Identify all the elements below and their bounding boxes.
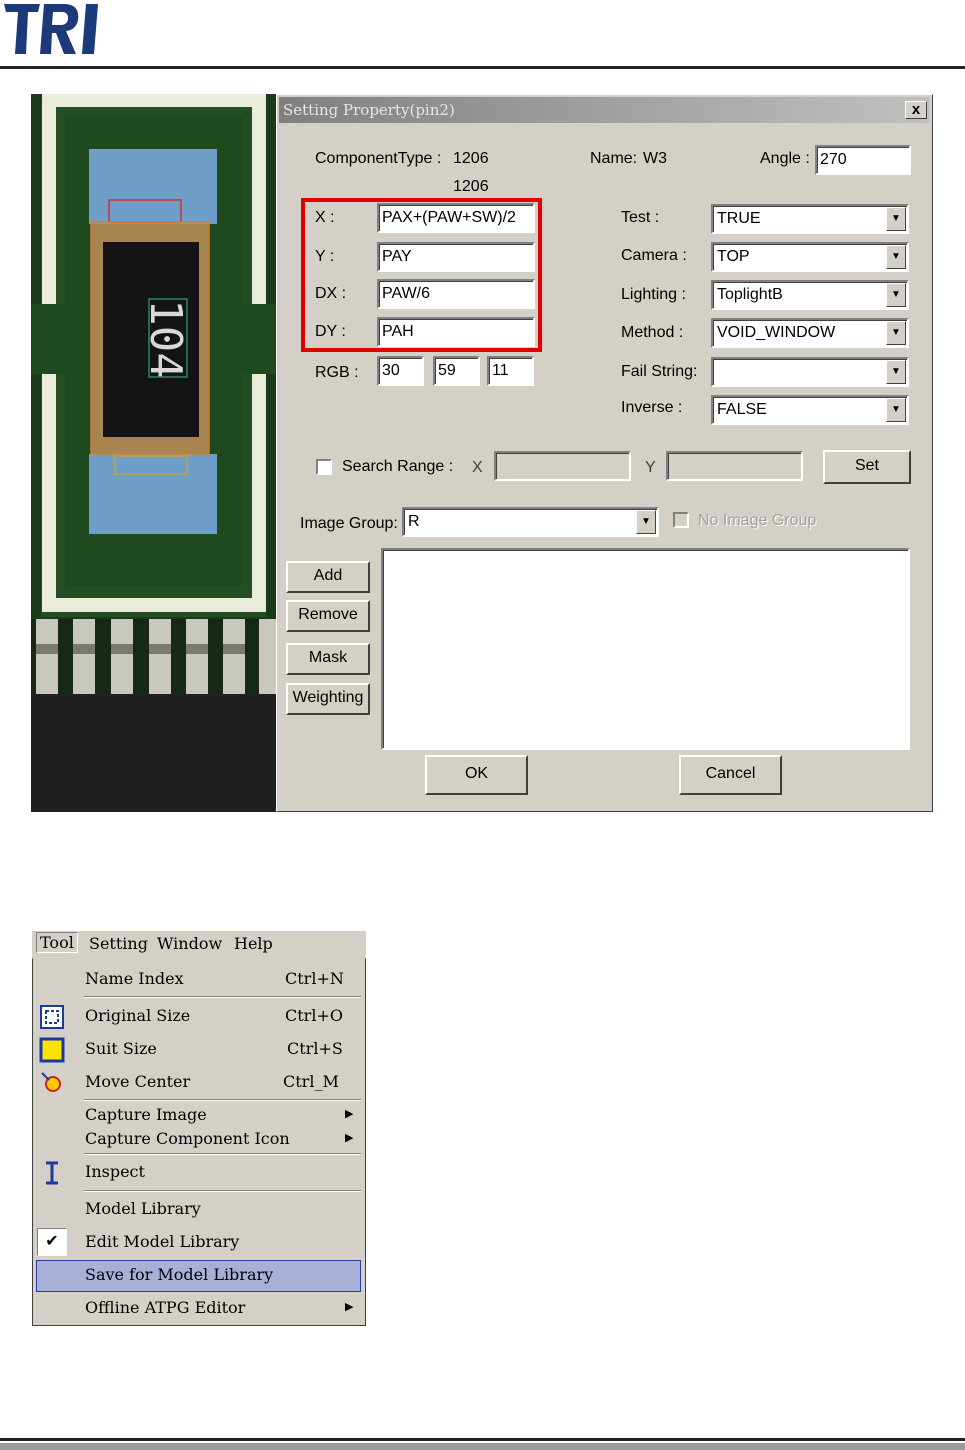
menu-item-offline-atpg-editor[interactable]: Offline ATPG Editor — [85, 1298, 245, 1317]
menu-item-inspect[interactable]: Inspect — [85, 1162, 145, 1181]
menu-bar: Tool Setting Window Help — [32, 931, 366, 958]
dialog-titlebar: Setting Property(pin2) x — [279, 97, 930, 123]
dropdown-arrow-icon[interactable]: ▼ — [886, 321, 906, 345]
test-label: Test : — [621, 209, 660, 226]
component-type-label: ComponentType : — [315, 150, 442, 167]
submenu-arrow-icon: ▶ — [345, 1132, 354, 1144]
inverse-select[interactable]: FALSE ▼ — [711, 395, 909, 425]
inspect-icon — [46, 1161, 58, 1185]
rgb-r-input[interactable]: 30 — [377, 356, 424, 386]
no-image-group-label: No Image Group — [698, 512, 817, 529]
search-y-input[interactable] — [666, 451, 803, 481]
set-button[interactable]: Set — [823, 450, 911, 484]
tri-logo — [4, 4, 98, 54]
method-label: Method : — [621, 324, 684, 341]
dropdown-arrow-icon[interactable]: ▼ — [886, 360, 906, 384]
search-x-input[interactable] — [494, 451, 631, 481]
search-y-label: Y — [645, 459, 656, 476]
close-button[interactable]: x — [905, 101, 927, 119]
menu-item-capture-component-icon[interactable]: Capture Component Icon — [85, 1129, 290, 1148]
rgb-label: RGB : — [315, 364, 359, 381]
name-label: Name: — [590, 150, 638, 167]
inverse-value: FALSE — [717, 401, 767, 418]
lighting-value: ToplightB — [717, 286, 783, 303]
mask-button[interactable]: Mask — [286, 643, 370, 675]
search-range-checkbox[interactable] — [316, 459, 332, 475]
angle-input[interactable]: 270 — [815, 145, 911, 175]
camera-select[interactable]: TOP ▼ — [711, 242, 909, 272]
camera-value: TOP — [717, 248, 750, 265]
menu-separator — [84, 1153, 361, 1155]
no-image-group-checkbox[interactable] — [673, 512, 689, 528]
component-type-value: 1206 — [453, 150, 489, 167]
dropdown-arrow-icon[interactable]: ▼ — [886, 283, 906, 307]
component-type-value2: 1206 — [453, 178, 489, 195]
shortcut-suit-size: Ctrl+S — [287, 1039, 343, 1058]
move-center-icon — [41, 1072, 61, 1092]
pcb-marking: 104 — [140, 299, 191, 378]
lighting-select[interactable]: ToplightB ▼ — [711, 280, 909, 310]
dialog-title: Setting Property(pin2) — [283, 101, 455, 119]
menu-tool[interactable]: Tool — [36, 932, 78, 953]
shortcut-move-center: Ctrl_M — [283, 1072, 339, 1091]
fail-string-select[interactable]: ▼ — [711, 357, 909, 387]
menu-item-original-size[interactable]: Original Size — [85, 1006, 190, 1025]
remove-button[interactable]: Remove — [286, 600, 370, 632]
camera-label: Camera : — [621, 247, 687, 264]
dropdown-arrow-icon[interactable]: ▼ — [636, 510, 656, 534]
inverse-label: Inverse : — [621, 399, 683, 416]
menu-window[interactable]: Window — [157, 934, 222, 953]
submenu-arrow-icon: ▶ — [345, 1301, 354, 1313]
dropdown-arrow-icon[interactable]: ▼ — [886, 398, 906, 422]
submenu-arrow-icon: ▶ — [345, 1108, 354, 1120]
menu-separator — [84, 996, 361, 998]
menu-item-suit-size[interactable]: Suit Size — [85, 1039, 157, 1058]
add-button[interactable]: Add — [286, 561, 370, 593]
pcb-image: 104 — [31, 94, 276, 812]
image-group-list[interactable] — [381, 548, 910, 750]
menu-item-capture-image[interactable]: Capture Image — [85, 1105, 207, 1124]
ok-button[interactable]: OK — [425, 755, 528, 795]
menu-item-move-center[interactable]: Move Center — [85, 1072, 190, 1091]
footer-band — [0, 1443, 965, 1450]
test-select[interactable]: TRUE ▼ — [711, 204, 909, 234]
dropdown-arrow-icon[interactable]: ▼ — [886, 245, 906, 269]
test-value: TRUE — [717, 210, 761, 227]
rgb-g-input[interactable]: 59 — [433, 356, 480, 386]
search-range-label: Search Range : — [342, 458, 454, 475]
menu-separator — [84, 1099, 361, 1101]
menu-help[interactable]: Help — [234, 934, 273, 953]
method-select[interactable]: VOID_WINDOW ▼ — [711, 318, 909, 348]
lighting-label: Lighting : — [621, 286, 686, 303]
fail-string-label: Fail String: — [621, 363, 698, 380]
image-group-value: R — [408, 513, 420, 530]
checkmark-icon: ✔ — [37, 1228, 67, 1256]
rgb-b-input[interactable]: 11 — [487, 356, 534, 386]
image-group-label: Image Group: — [300, 515, 398, 532]
menu-item-name-index[interactable]: Name Index — [85, 969, 184, 988]
weighting-button[interactable]: Weighting — [286, 683, 370, 715]
angle-label: Angle : — [760, 150, 810, 167]
suit-size-icon — [39, 1037, 65, 1063]
image-group-select[interactable]: R ▼ — [402, 507, 659, 537]
shortcut-name-index: Ctrl+N — [285, 969, 344, 988]
menu-setting[interactable]: Setting — [89, 934, 148, 953]
cancel-button[interactable]: Cancel — [679, 755, 782, 795]
method-value: VOID_WINDOW — [717, 324, 836, 341]
menu-item-save-for-model-library[interactable]: Save for Model Library — [85, 1265, 273, 1284]
footer-rule — [0, 1438, 965, 1441]
menu-item-model-library[interactable]: Model Library — [85, 1199, 201, 1218]
header-rule — [0, 66, 965, 69]
highlight-box — [301, 198, 542, 352]
original-size-icon — [40, 1005, 64, 1029]
dropdown-arrow-icon[interactable]: ▼ — [886, 207, 906, 231]
menu-item-edit-model-library[interactable]: Edit Model Library — [85, 1232, 239, 1251]
search-x-label: X — [472, 459, 483, 476]
menu-separator — [84, 1190, 361, 1192]
name-value: W3 — [643, 150, 667, 167]
shortcut-original-size: Ctrl+O — [285, 1006, 343, 1025]
